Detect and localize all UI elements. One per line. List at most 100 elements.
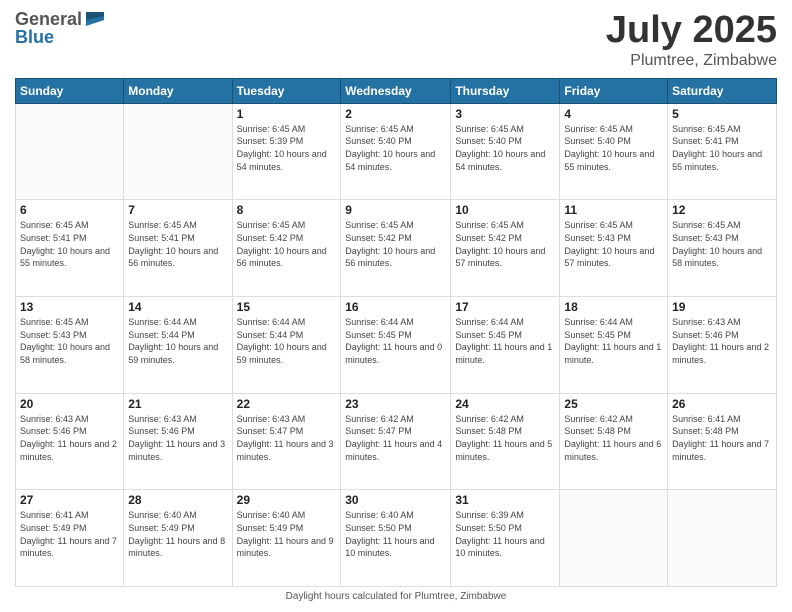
calendar-cell: 20 Sunrise: 6:43 AM Sunset: 5:46 PM Dayli… — [16, 393, 124, 490]
day-number: 28 — [128, 493, 227, 507]
day-number: 26 — [672, 397, 772, 411]
day-number: 15 — [237, 300, 337, 314]
day-info: Sunrise: 6:42 AM Sunset: 5:47 PM Dayligh… — [345, 413, 446, 463]
day-number: 23 — [345, 397, 446, 411]
logo-blue: Blue — [15, 27, 54, 47]
day-info: Sunrise: 6:45 AM Sunset: 5:43 PM Dayligh… — [20, 316, 119, 366]
day-number: 7 — [128, 203, 227, 217]
location: Plumtree, Zimbabwe — [606, 52, 777, 70]
calendar-header: SundayMondayTuesdayWednesdayThursdayFrid… — [16, 78, 777, 103]
calendar-cell — [560, 490, 668, 587]
calendar-cell: 12 Sunrise: 6:45 AM Sunset: 5:43 PM Dayli… — [668, 200, 777, 297]
day-number: 2 — [345, 107, 446, 121]
day-info: Sunrise: 6:43 AM Sunset: 5:46 PM Dayligh… — [128, 413, 227, 463]
day-info: Sunrise: 6:45 AM Sunset: 5:39 PM Dayligh… — [237, 123, 337, 173]
day-number: 27 — [20, 493, 119, 507]
calendar-week-3: 13Sunrise: 6:45 AM Sunset: 5:43 PM Dayli… — [16, 297, 777, 394]
calendar-week-5: 27 Sunrise: 6:41 AM Sunset: 5:49 PM Dayli… — [16, 490, 777, 587]
logo-line1: General — [15, 10, 106, 28]
weekday-header-sunday: Sunday — [16, 78, 124, 103]
day-number: 18 — [564, 300, 663, 314]
day-info: Sunrise: 6:42 AM Sunset: 5:48 PM Dayligh… — [455, 413, 555, 463]
day-info: Sunrise: 6:45 AM Sunset: 5:42 PM Dayligh… — [345, 219, 446, 269]
calendar-cell: 22 Sunrise: 6:43 AM Sunset: 5:47 PM Dayli… — [232, 393, 341, 490]
day-info: Sunrise: 6:45 AM Sunset: 5:43 PM Dayligh… — [564, 219, 663, 269]
day-number: 19 — [672, 300, 772, 314]
calendar-cell: 29Sunrise: 6:40 AM Sunset: 5:49 PM Dayli… — [232, 490, 341, 587]
day-number: 8 — [237, 203, 337, 217]
day-info: Sunrise: 6:43 AM Sunset: 5:46 PM Dayligh… — [672, 316, 772, 366]
logo-general: General — [15, 10, 82, 28]
weekday-header-tuesday: Tuesday — [232, 78, 341, 103]
calendar-cell: 14 Sunrise: 6:44 AM Sunset: 5:44 PM Dayli… — [124, 297, 232, 394]
weekday-header-monday: Monday — [124, 78, 232, 103]
day-info: Sunrise: 6:42 AM Sunset: 5:48 PM Dayligh… — [564, 413, 663, 463]
calendar-table: SundayMondayTuesdayWednesdayThursdayFrid… — [15, 78, 777, 587]
day-number: 11 — [564, 203, 663, 217]
month-title: July 2025 — [606, 10, 777, 52]
footer-note: Daylight hours calculated for Plumtree, … — [15, 591, 777, 602]
logo-text-wrapper: General Blue — [15, 10, 106, 47]
calendar-cell: 25Sunrise: 6:42 AM Sunset: 5:48 PM Dayli… — [560, 393, 668, 490]
calendar-cell — [16, 103, 124, 200]
calendar-cell: 13Sunrise: 6:45 AM Sunset: 5:43 PM Dayli… — [16, 297, 124, 394]
calendar-cell: 10 Sunrise: 6:45 AM Sunset: 5:42 PM Dayli… — [451, 200, 560, 297]
page: General Blue July 2025 Plumtree, Zimbabw… — [0, 0, 792, 612]
calendar-cell: 27 Sunrise: 6:41 AM Sunset: 5:49 PM Dayli… — [16, 490, 124, 587]
calendar-cell: 18 Sunrise: 6:44 AM Sunset: 5:45 PM Dayli… — [560, 297, 668, 394]
day-info: Sunrise: 6:43 AM Sunset: 5:47 PM Dayligh… — [237, 413, 337, 463]
calendar-cell: 4 Sunrise: 6:45 AM Sunset: 5:40 PM Daylig… — [560, 103, 668, 200]
day-number: 31 — [455, 493, 555, 507]
day-info: Sunrise: 6:44 AM Sunset: 5:44 PM Dayligh… — [128, 316, 227, 366]
day-info: Sunrise: 6:45 AM Sunset: 5:42 PM Dayligh… — [237, 219, 337, 269]
day-info: Sunrise: 6:40 AM Sunset: 5:50 PM Dayligh… — [345, 509, 446, 559]
header: General Blue July 2025 Plumtree, Zimbabw… — [15, 10, 777, 70]
calendar-body: 1 Sunrise: 6:45 AM Sunset: 5:39 PM Daylig… — [16, 103, 777, 586]
calendar-cell: 16 Sunrise: 6:44 AM Sunset: 5:45 PM Dayli… — [341, 297, 451, 394]
calendar-cell: 5Sunrise: 6:45 AM Sunset: 5:41 PM Daylig… — [668, 103, 777, 200]
day-info: Sunrise: 6:45 AM Sunset: 5:43 PM Dayligh… — [672, 219, 772, 269]
day-number: 20 — [20, 397, 119, 411]
weekday-header-wednesday: Wednesday — [341, 78, 451, 103]
day-number: 4 — [564, 107, 663, 121]
day-info: Sunrise: 6:45 AM Sunset: 5:41 PM Dayligh… — [20, 219, 119, 269]
day-info: Sunrise: 6:45 AM Sunset: 5:40 PM Dayligh… — [455, 123, 555, 173]
calendar-cell: 21Sunrise: 6:43 AM Sunset: 5:46 PM Dayli… — [124, 393, 232, 490]
calendar-cell: 2Sunrise: 6:45 AM Sunset: 5:40 PM Daylig… — [341, 103, 451, 200]
day-number: 12 — [672, 203, 772, 217]
calendar-cell: 17 Sunrise: 6:44 AM Sunset: 5:45 PM Dayli… — [451, 297, 560, 394]
day-info: Sunrise: 6:41 AM Sunset: 5:49 PM Dayligh… — [20, 509, 119, 559]
calendar-cell: 28 Sunrise: 6:40 AM Sunset: 5:49 PM Dayli… — [124, 490, 232, 587]
logo: General Blue — [15, 10, 106, 47]
day-number: 10 — [455, 203, 555, 217]
weekday-header-saturday: Saturday — [668, 78, 777, 103]
day-number: 1 — [237, 107, 337, 121]
day-number: 29 — [237, 493, 337, 507]
day-info: Sunrise: 6:44 AM Sunset: 5:45 PM Dayligh… — [455, 316, 555, 366]
calendar-cell: 8 Sunrise: 6:45 AM Sunset: 5:42 PM Daylig… — [232, 200, 341, 297]
logo-flag-icon — [84, 10, 106, 28]
calendar-cell: 30Sunrise: 6:40 AM Sunset: 5:50 PM Dayli… — [341, 490, 451, 587]
day-number: 24 — [455, 397, 555, 411]
day-info: Sunrise: 6:44 AM Sunset: 5:45 PM Dayligh… — [345, 316, 446, 366]
day-number: 17 — [455, 300, 555, 314]
day-number: 16 — [345, 300, 446, 314]
day-number: 22 — [237, 397, 337, 411]
calendar-week-4: 20 Sunrise: 6:43 AM Sunset: 5:46 PM Dayli… — [16, 393, 777, 490]
calendar-week-2: 6Sunrise: 6:45 AM Sunset: 5:41 PM Daylig… — [16, 200, 777, 297]
calendar-week-1: 1 Sunrise: 6:45 AM Sunset: 5:39 PM Daylig… — [16, 103, 777, 200]
day-info: Sunrise: 6:45 AM Sunset: 5:42 PM Dayligh… — [455, 219, 555, 269]
calendar-cell — [668, 490, 777, 587]
day-info: Sunrise: 6:45 AM Sunset: 5:40 PM Dayligh… — [564, 123, 663, 173]
day-info: Sunrise: 6:44 AM Sunset: 5:45 PM Dayligh… — [564, 316, 663, 366]
day-number: 14 — [128, 300, 227, 314]
calendar-cell — [124, 103, 232, 200]
calendar-cell: 19 Sunrise: 6:43 AM Sunset: 5:46 PM Dayli… — [668, 297, 777, 394]
day-number: 3 — [455, 107, 555, 121]
weekday-header-thursday: Thursday — [451, 78, 560, 103]
calendar-cell: 1 Sunrise: 6:45 AM Sunset: 5:39 PM Daylig… — [232, 103, 341, 200]
calendar-cell: 9Sunrise: 6:45 AM Sunset: 5:42 PM Daylig… — [341, 200, 451, 297]
day-info: Sunrise: 6:41 AM Sunset: 5:48 PM Dayligh… — [672, 413, 772, 463]
day-info: Sunrise: 6:40 AM Sunset: 5:49 PM Dayligh… — [128, 509, 227, 559]
day-info: Sunrise: 6:43 AM Sunset: 5:46 PM Dayligh… — [20, 413, 119, 463]
